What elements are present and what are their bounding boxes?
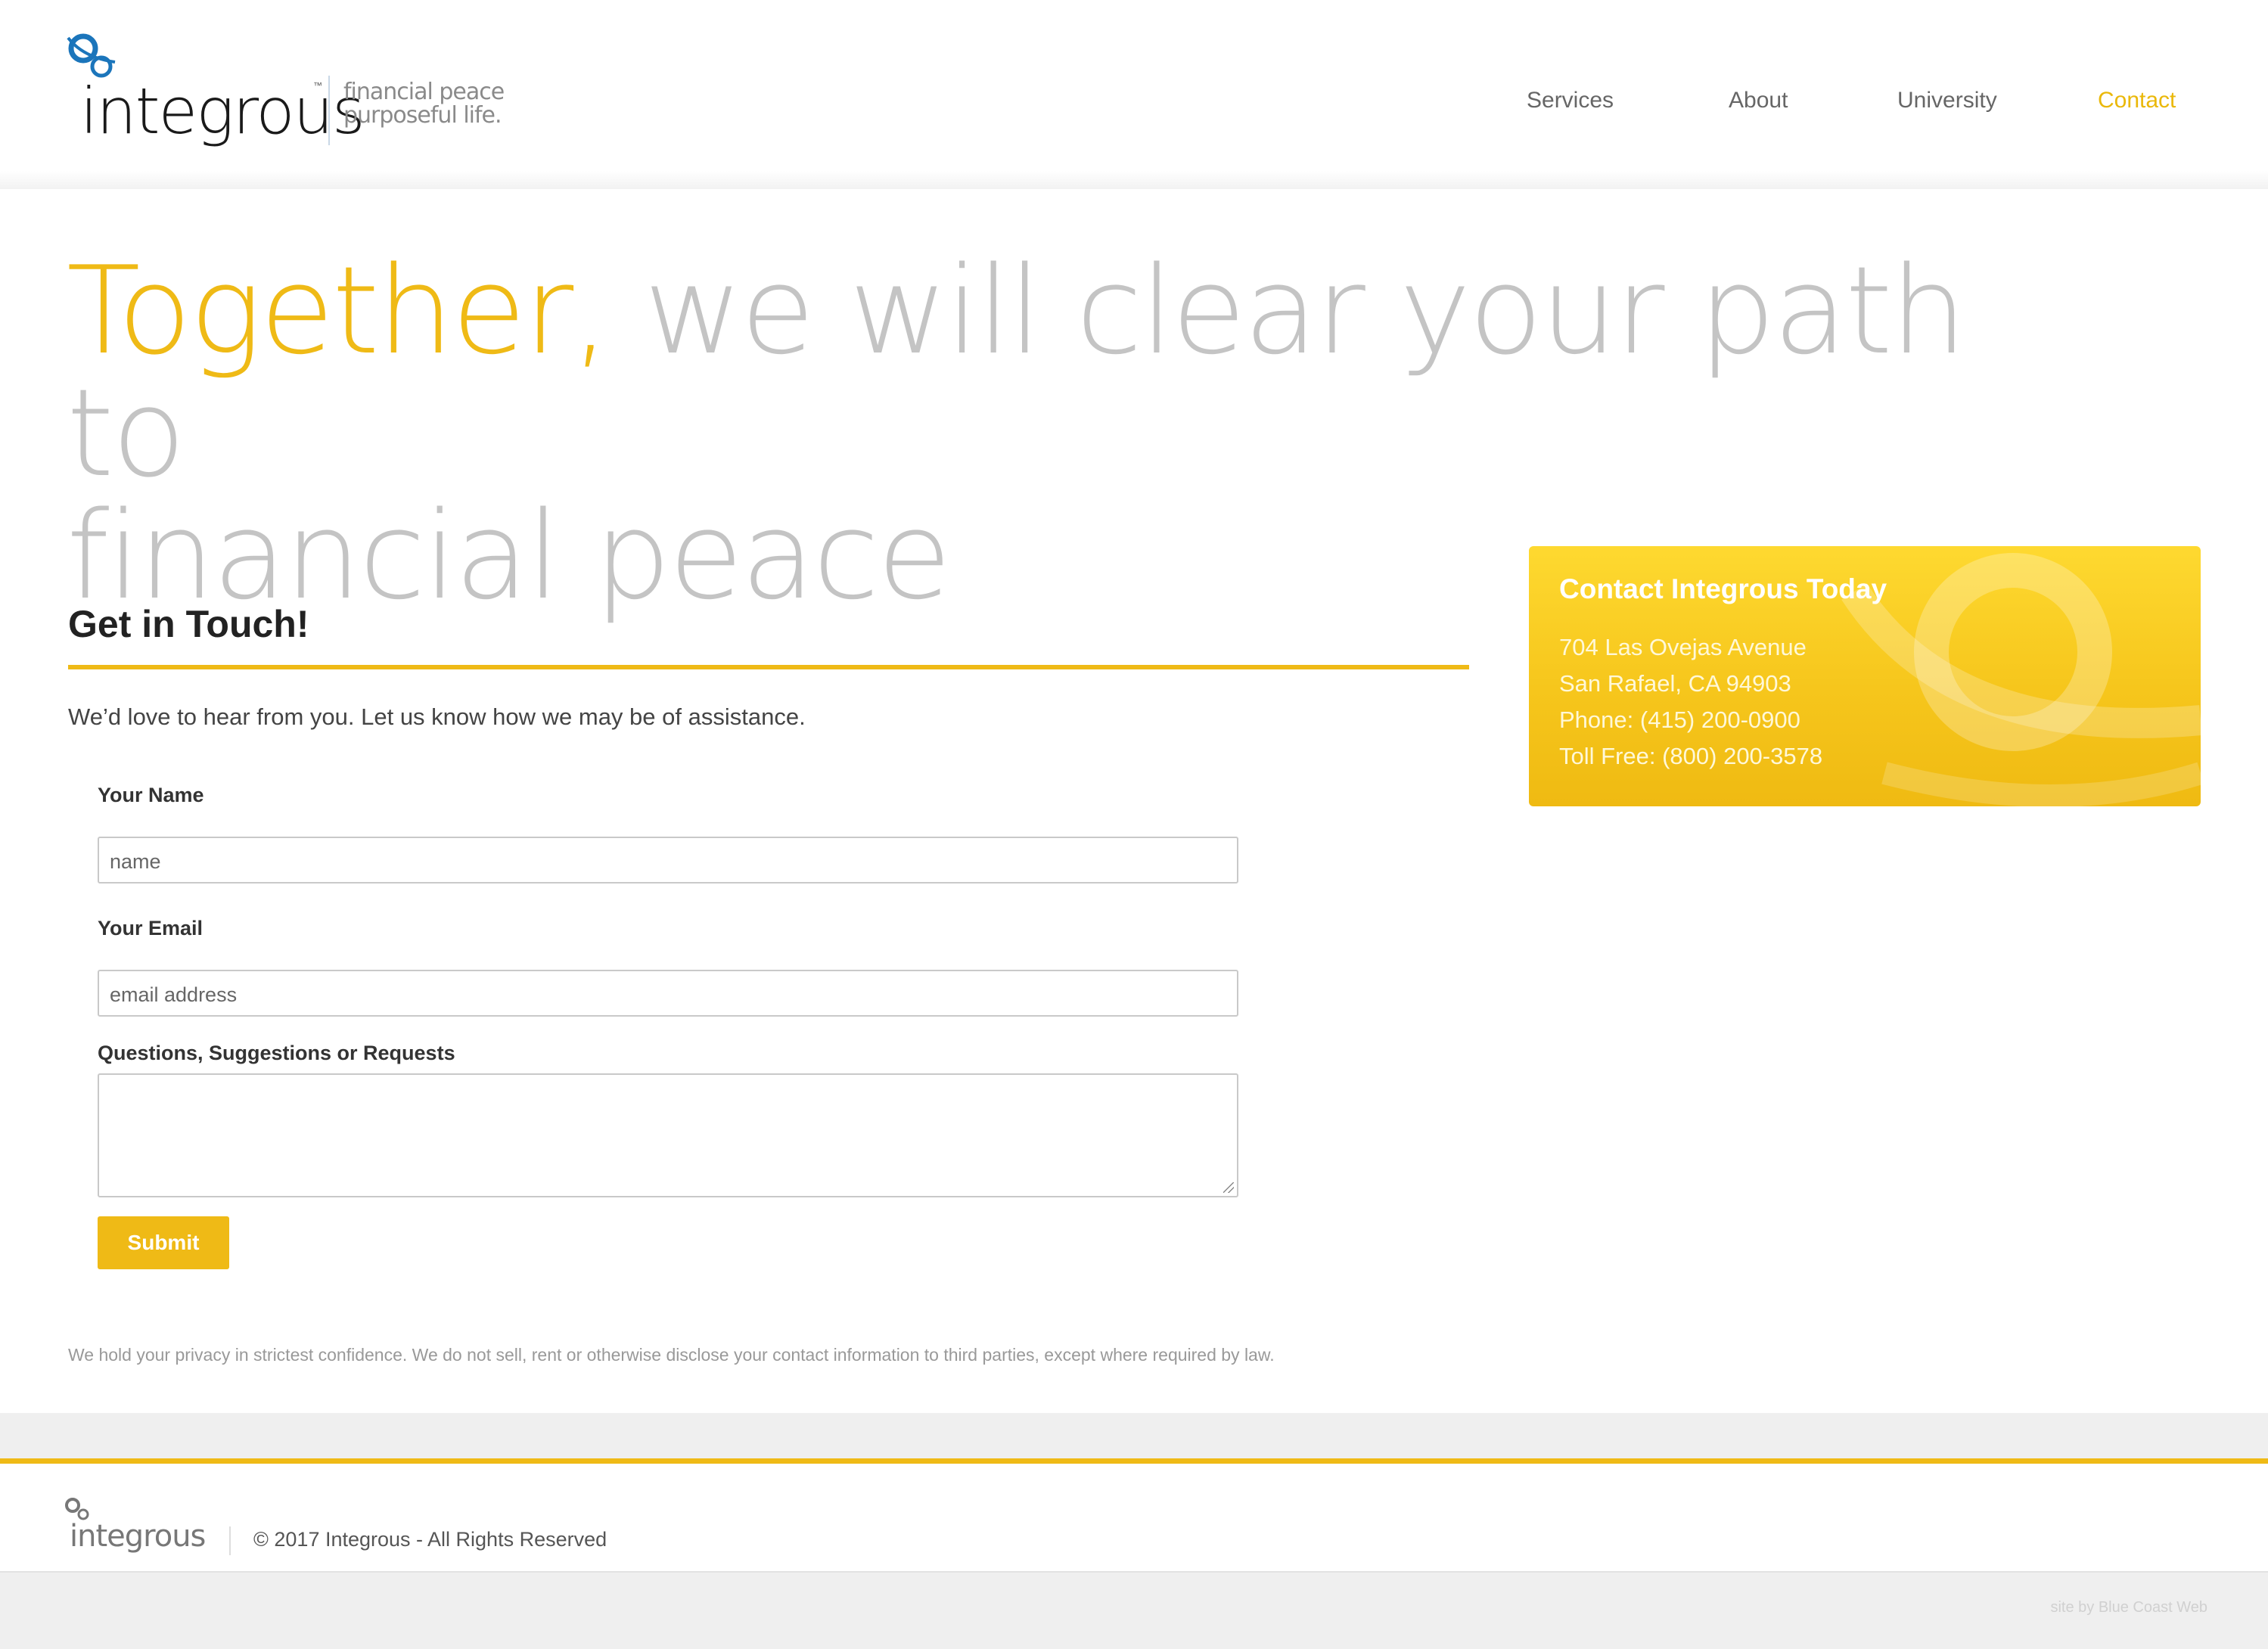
tagline-line1: financial peace xyxy=(343,79,505,105)
contact-card: Contact Integrous Today 704 Las Ovejas A… xyxy=(1529,546,2201,806)
submit-button[interactable]: Submit xyxy=(98,1216,229,1269)
footer-wordmark: integrous xyxy=(70,1519,206,1554)
nav-services[interactable]: Services xyxy=(1527,88,1614,113)
site-credit[interactable]: site by Blue Coast Web xyxy=(2050,1599,2207,1616)
integrous-logo[interactable]: integrous ™ financial peace purposeful l… xyxy=(62,27,516,156)
site-footer xyxy=(0,1464,2268,1571)
form-intro: We’d love to hear from you. Let us know … xyxy=(68,703,806,730)
resize-grip-icon[interactable] xyxy=(1223,1182,1234,1193)
card-address1: 704 Las Ovejas Avenue xyxy=(1559,634,1807,660)
card-tollfree: Toll Free: (800) 200-3578 xyxy=(1559,743,1823,769)
name-label: Your Name xyxy=(98,784,204,806)
form-title: Get in Touch! xyxy=(68,603,309,645)
footer-accent-rule xyxy=(0,1458,2268,1464)
card-phone: Phone: (415) 200-0900 xyxy=(1559,706,1800,733)
tagline-line2: purposeful life. xyxy=(343,102,502,129)
name-placeholder: name xyxy=(110,850,161,873)
logo-divider xyxy=(328,76,330,145)
email-label: Your Email xyxy=(98,917,203,939)
nav-university[interactable]: University xyxy=(1897,88,1997,113)
card-address2: San Rafael, CA 94903 xyxy=(1559,670,1791,697)
name-input[interactable]: name xyxy=(98,837,1238,884)
footer-top-band xyxy=(0,1413,2268,1458)
nav-contact[interactable]: Contact xyxy=(2098,88,2176,113)
copyright-text: © 2017 Integrous - All Rights Reserved xyxy=(253,1528,607,1551)
questions-label: Questions, Suggestions or Requests xyxy=(98,1042,455,1064)
hero-accent: Together, xyxy=(67,240,610,381)
form-title-underline xyxy=(68,665,1469,669)
privacy-notice: We hold your privacy in strictest confid… xyxy=(68,1345,1275,1365)
logo-tagline: financial peace purposeful life. xyxy=(343,79,505,129)
email-input[interactable]: email address xyxy=(98,970,1238,1017)
nav-about[interactable]: About xyxy=(1729,88,1788,113)
email-placeholder: email address xyxy=(110,983,238,1006)
header-shadow xyxy=(0,171,2268,189)
footer-divider xyxy=(229,1526,231,1555)
logo-trademark: ™ xyxy=(313,80,322,91)
questions-textarea[interactable] xyxy=(98,1073,1238,1197)
footer-logo[interactable]: integrous xyxy=(62,1495,213,1555)
footer-bottom-band xyxy=(0,1571,2268,1649)
card-title: Contact Integrous Today xyxy=(1559,573,1887,604)
site-header: integrous ™ financial peace purposeful l… xyxy=(0,0,2268,188)
